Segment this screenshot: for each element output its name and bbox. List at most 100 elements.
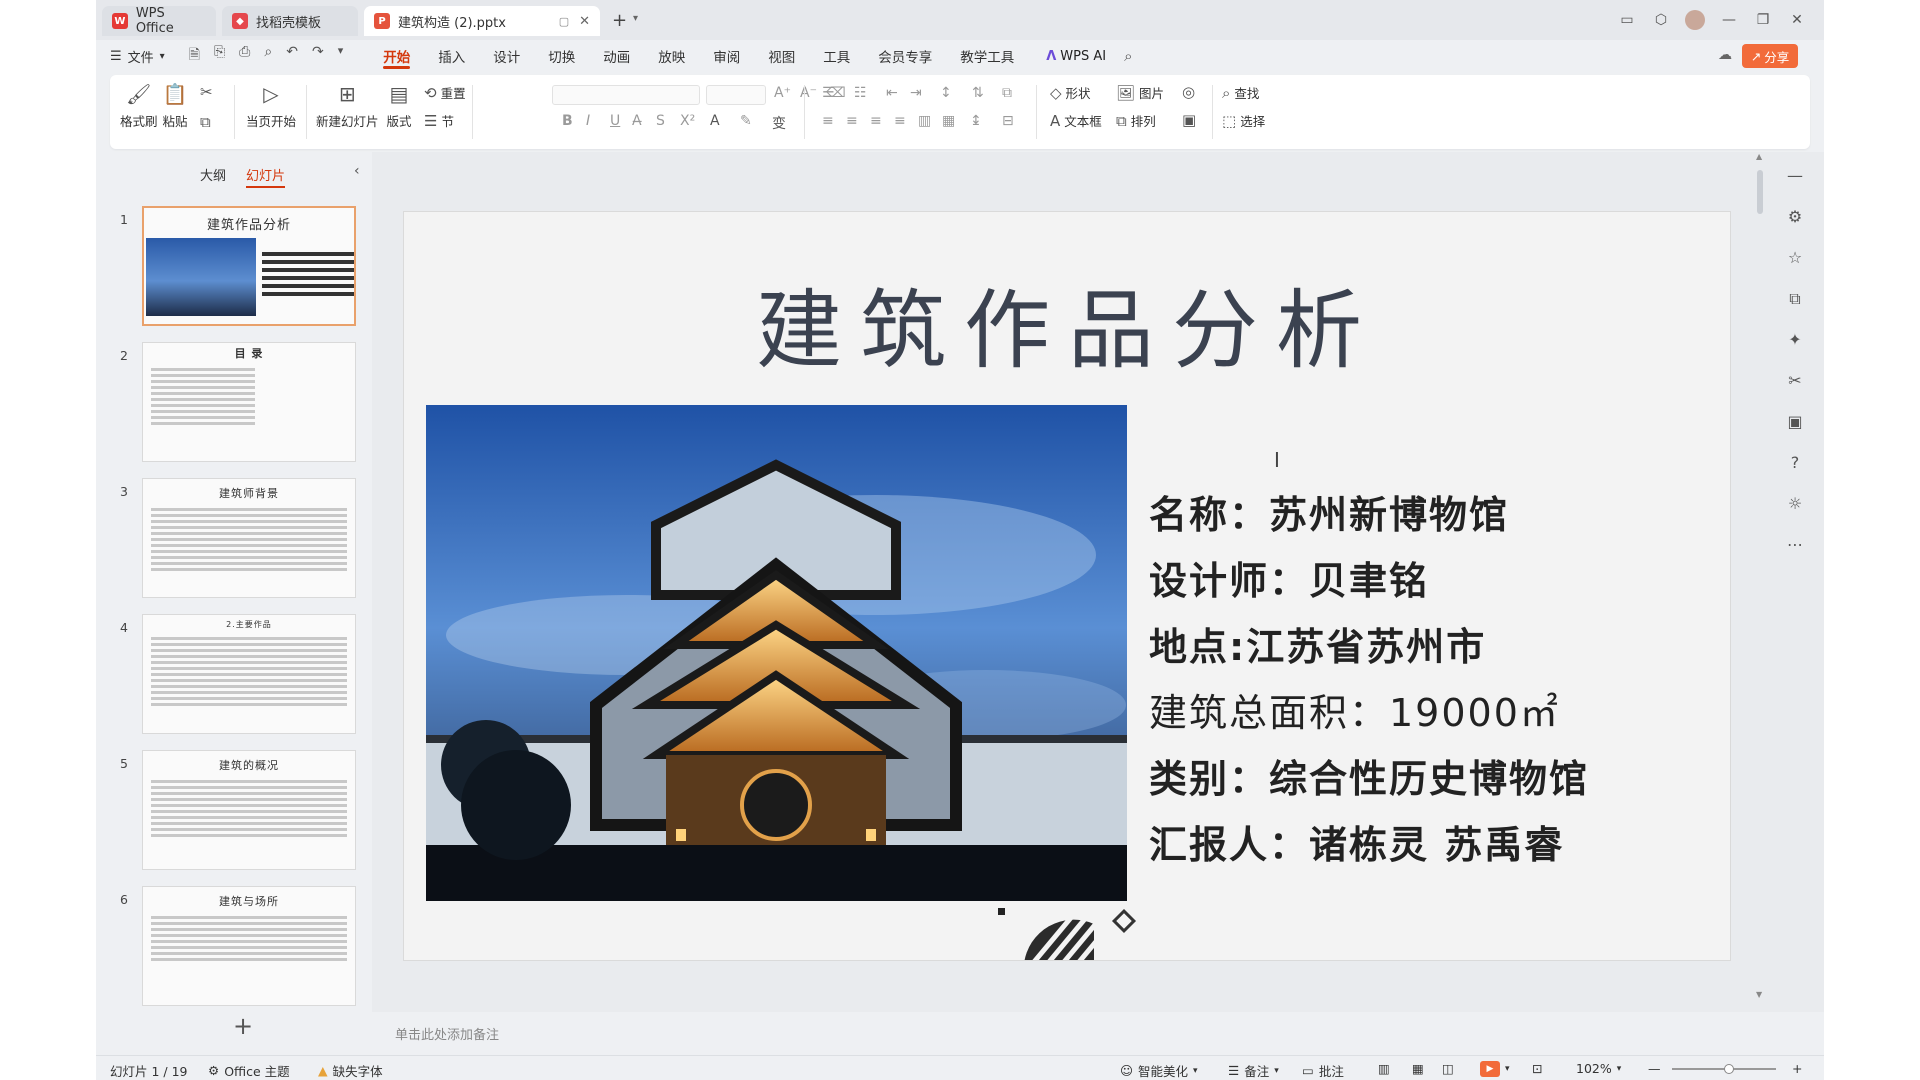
tab-outline[interactable]: 大纲 <box>200 165 226 188</box>
reading-view-icon[interactable]: ◫ <box>1442 1061 1454 1076</box>
print-icon[interactable]: ⎙ <box>239 44 250 68</box>
distribute-icon[interactable]: ▥ <box>918 113 931 129</box>
fit-window-icon[interactable]: ⊡ <box>1532 1061 1542 1076</box>
help-icon[interactable]: ? <box>1780 442 1810 483</box>
book-icon[interactable]: ▣ <box>1780 401 1810 442</box>
collapse-panel-icon[interactable]: ‹ <box>354 163 360 179</box>
align-left-icon[interactable]: ≡ <box>822 113 834 129</box>
format-painter-button[interactable]: 🖌 格式刷 <box>120 81 158 130</box>
add-slide-icon[interactable]: + <box>233 1012 253 1040</box>
export-icon[interactable]: ⎘ <box>214 44 225 68</box>
reset-button[interactable]: ⟲ 重置 <box>424 83 466 102</box>
tab-home[interactable]: 开始 <box>369 40 424 72</box>
more-options-icon[interactable]: ⋯ <box>1780 524 1810 565</box>
search-icon[interactable]: ⌕ <box>1124 47 1132 65</box>
scroll-up-icon[interactable]: ▲ <box>1756 152 1762 161</box>
comments-toggle[interactable]: ▭ 批注 <box>1302 1061 1344 1080</box>
file-menu[interactable]: ☰ 文件 ▾ <box>110 47 165 66</box>
zoom-slider-handle[interactable] <box>1724 1064 1734 1074</box>
museum-photo[interactable] <box>426 405 1127 901</box>
slide-thumbnail-1[interactable]: 建筑作品分析 <box>142 206 356 326</box>
font-grow-icon[interactable]: A⁺ <box>774 85 791 101</box>
char-spacing-icon[interactable]: 变 <box>772 113 786 133</box>
align-right-icon[interactable]: ≡ <box>870 113 882 129</box>
grid-view-icon[interactable]: ▦ <box>1412 1061 1424 1076</box>
select-button[interactable]: ⬚ 选择 <box>1222 111 1265 130</box>
slide-thumbnail-6[interactable]: 建筑与场所 <box>142 886 356 1006</box>
cube-icon[interactable]: ⬡ <box>1644 8 1678 32</box>
copy-icon[interactable]: ⧉ <box>200 113 211 131</box>
decrease-indent-icon[interactable]: ⇤ <box>886 85 898 101</box>
restore-icon[interactable]: ❐ <box>1746 8 1780 32</box>
minimize-panel-icon[interactable]: — <box>1780 155 1810 196</box>
increase-indent-icon[interactable]: ⇥ <box>910 85 922 101</box>
text-direction-icon[interactable]: ↕ <box>940 85 952 101</box>
missing-font-indicator[interactable]: ▲ 缺失字体 <box>318 1061 383 1080</box>
settings-icon[interactable]: ☼ <box>1780 483 1810 524</box>
notes-toggle[interactable]: ☰ 备注 ▾ <box>1228 1061 1279 1080</box>
slide-thumbnail-5[interactable]: 建筑的概况 <box>142 750 356 870</box>
tab-tools[interactable]: 工具 <box>809 40 864 72</box>
tablet-mode-icon[interactable]: ▭ <box>1610 8 1644 32</box>
tab-member[interactable]: 会员专享 <box>864 40 946 72</box>
normal-view-icon[interactable]: ▥ <box>1378 1061 1390 1076</box>
more-icon[interactable]: ▾ <box>338 44 344 68</box>
layout-button[interactable]: ▤ 版式 <box>386 81 412 130</box>
picture-button[interactable]: 🖼 图片 <box>1116 83 1164 102</box>
star-icon[interactable]: ☆ <box>1780 237 1810 278</box>
cloud-icon[interactable]: ☁ <box>1718 47 1732 63</box>
tab-design[interactable]: 设计 <box>479 40 534 72</box>
tab-transition[interactable]: 切换 <box>534 40 589 72</box>
zoom-in-icon[interactable]: + <box>1792 1061 1802 1076</box>
tab-review[interactable]: 审阅 <box>699 40 754 72</box>
text-box-align-icon[interactable]: ⊟ <box>1002 113 1014 129</box>
bold-icon[interactable]: B <box>562 113 573 129</box>
avatar[interactable] <box>1685 10 1705 30</box>
italic-icon[interactable]: I <box>586 113 590 129</box>
paste-button[interactable]: 📋 粘贴 <box>162 81 188 130</box>
shape-button[interactable]: ◇ 形状 <box>1050 83 1091 102</box>
bullets-icon[interactable]: ☰ <box>822 85 835 101</box>
fill-icon[interactable]: ◎ <box>1182 83 1195 101</box>
align-center-icon[interactable]: ≡ <box>846 113 858 129</box>
textbox-button[interactable]: A 文本框 <box>1050 111 1102 130</box>
tab-slides[interactable]: 幻灯片 <box>246 165 286 188</box>
new-slide-button[interactable]: ⊞ 新建幻灯片 <box>316 81 379 130</box>
convert-icon[interactable]: ⧉ <box>1002 85 1012 101</box>
slideshow-button[interactable]: ▶ ▾ <box>1480 1061 1510 1077</box>
outline-icon[interactable]: ▣ <box>1182 111 1196 129</box>
font-size-input[interactable] <box>706 85 766 105</box>
underline-icon[interactable]: U <box>610 113 620 129</box>
superscript-icon[interactable]: X² <box>680 113 695 129</box>
sort-icon[interactable]: ⇅ <box>972 85 984 101</box>
strikethrough-icon[interactable]: A̶ <box>632 113 642 129</box>
notes-input[interactable]: 单击此处添加备注 <box>395 1024 499 1043</box>
chevron-down-icon[interactable]: ▾ <box>633 13 638 24</box>
section-button[interactable]: ☰ 节 <box>424 111 454 130</box>
theme-indicator[interactable]: ⚙ Office 主题 <box>208 1061 290 1080</box>
copy-icon[interactable]: ⧉ <box>1780 278 1810 319</box>
redo-icon[interactable]: ↷ <box>312 44 324 68</box>
scroll-down-icon[interactable]: ▼ <box>1756 990 1762 999</box>
tab-slideshow[interactable]: 放映 <box>644 40 699 72</box>
design-icon[interactable]: ✦ <box>1780 319 1810 360</box>
window-mode-icon[interactable]: ▢ <box>559 15 569 28</box>
new-tab-icon[interactable]: + <box>612 10 627 31</box>
font-shrink-icon[interactable]: A⁻ <box>800 85 817 101</box>
shadow-icon[interactable]: S <box>656 113 665 129</box>
slide-thumbnail-2[interactable]: 目 录 <box>142 342 356 462</box>
close-window-icon[interactable]: ✕ <box>1780 8 1814 32</box>
share-button[interactable]: ↗ 分享 <box>1742 44 1798 68</box>
find-button[interactable]: ⌕ 查找 <box>1222 83 1259 102</box>
tab-animation[interactable]: 动画 <box>589 40 644 72</box>
slide-thumbnail-3[interactable]: 建筑师背景 <box>142 478 356 598</box>
tab-document[interactable]: P 建筑构造 (2).pptx ▢ ✕ <box>364 6 600 36</box>
arrange-button[interactable]: ⧉ 排列 <box>1116 111 1156 130</box>
numbering-icon[interactable]: ☷ <box>854 85 867 101</box>
tab-wps-office[interactable]: W WPS Office <box>102 6 216 36</box>
tab-template[interactable]: ◆ 找稻壳模板 <box>222 6 358 36</box>
properties-icon[interactable]: ⚙ <box>1780 196 1810 237</box>
close-tab-icon[interactable]: ✕ <box>579 14 590 29</box>
tab-teaching[interactable]: 教学工具 <box>946 40 1028 72</box>
justify-icon[interactable]: ≡ <box>894 113 906 129</box>
